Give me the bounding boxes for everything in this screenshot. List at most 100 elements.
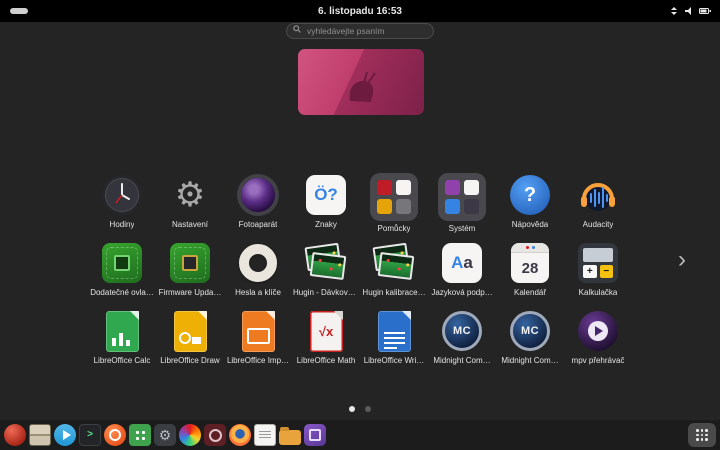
page-dot-2[interactable] — [365, 406, 371, 412]
folder-system[interactable]: Systém — [428, 172, 496, 240]
top-bar: 6. listopadu 16:53 — [0, 0, 720, 22]
purple-app-icon[interactable] — [304, 424, 326, 446]
system-status-area[interactable] — [669, 0, 712, 22]
green-tiles-app-icon[interactable] — [129, 424, 151, 446]
clock-date[interactable]: 6. listopadu 16:53 — [0, 0, 720, 22]
app-label: Hugin - Dávkové… — [293, 288, 359, 297]
app-fotoaparat[interactable]: Fotoaparát — [224, 172, 292, 240]
app-label: Midnight Com… — [501, 356, 558, 365]
app-label: Dodatečné ovla… — [90, 288, 154, 297]
audacity-icon — [576, 173, 620, 217]
camera-lens-icon — [236, 173, 280, 217]
app-kalendar[interactable]: 28 Kalendář — [496, 240, 564, 308]
red-media-app-icon[interactable] — [4, 424, 26, 446]
app-label: Znaky — [315, 220, 337, 229]
app-label: Midnight Com… — [433, 356, 490, 365]
app-dodatecne-ovladace[interactable]: Dodatečné ovla… — [88, 240, 156, 308]
app-label: LibreOffice Draw — [160, 356, 219, 365]
app-jazykova-podpora[interactable]: Aa Jazyková podp… — [428, 240, 496, 308]
app-label: LibreOffice Math — [297, 356, 356, 365]
app-libreoffice-impress[interactable]: LibreOffice Imp… — [224, 308, 292, 376]
calculator-icon: + − — [576, 241, 620, 285]
system-folder-icon — [438, 173, 486, 221]
app-label: LibreOffice Calc — [94, 356, 151, 365]
next-page-chevron-icon[interactable]: › — [678, 248, 686, 272]
app-label: Audacity — [583, 220, 614, 229]
app-grid: Hodiny ⚙ Nastavení Fotoaparát Ö? Znaky P… — [88, 172, 632, 376]
search-row — [0, 21, 720, 39]
app-label: Fotoaparát — [239, 220, 278, 229]
app-audacity[interactable]: Audacity — [564, 172, 632, 240]
libreoffice-draw-icon — [168, 309, 212, 353]
app-libreoffice-draw[interactable]: LibreOffice Draw — [156, 308, 224, 376]
app-firmware-updater[interactable]: Firmware Upda… — [156, 240, 224, 308]
app-nastaveni[interactable]: ⚙ Nastavení — [156, 172, 224, 240]
folder-pomucky[interactable]: Pomůcky — [360, 172, 428, 240]
page-dot-1[interactable] — [349, 406, 355, 412]
files-folder-icon[interactable] — [279, 430, 301, 445]
app-hodiny[interactable]: Hodiny — [88, 172, 156, 240]
dark-red-app-icon[interactable] — [204, 424, 226, 446]
app-label: Nápověda — [512, 220, 548, 229]
drivers-board-icon — [100, 241, 144, 285]
ubuntu-orange-app-icon[interactable] — [104, 424, 126, 446]
settings-gear-icon: ⚙ — [168, 173, 212, 217]
gears-settings-icon[interactable]: ⚙ — [154, 424, 176, 446]
volume-icon — [684, 6, 694, 16]
search-input[interactable] — [286, 23, 434, 39]
firefox-icon[interactable] — [229, 424, 251, 446]
app-label: Hesla a klíče — [235, 288, 281, 297]
app-kalkulacka[interactable]: + − Kalkulačka — [564, 240, 632, 308]
grid-dots-icon — [696, 429, 708, 441]
app-label: mpv přehrávač — [572, 356, 625, 365]
app-label: LibreOffice Wri… — [364, 356, 425, 365]
midnight-commander-icon: MC — [440, 309, 484, 353]
kudu-wallpaper-silhouette — [298, 49, 424, 115]
firmware-chip-icon — [168, 241, 212, 285]
color-wheel-app-icon[interactable] — [179, 424, 201, 446]
page-dots — [0, 406, 720, 412]
app-label: Jazyková podp… — [431, 288, 492, 297]
file-cabinet-app-icon[interactable] — [29, 424, 51, 446]
app-label: Kalkulačka — [579, 288, 618, 297]
hugin-calibrate-icon — [372, 241, 416, 285]
app-label: Nastavení — [172, 220, 208, 229]
text-document-app-icon[interactable] — [254, 424, 276, 446]
app-label: Hugin kalibrace… — [362, 288, 425, 297]
app-hesla-a-klice[interactable]: Hesla a klíče — [224, 240, 292, 308]
libreoffice-math-icon: √x — [304, 309, 348, 353]
calendar-icon: 28 — [508, 241, 552, 285]
app-znaky[interactable]: Ö? Znaky — [292, 172, 360, 240]
app-hugin-batch[interactable]: Hugin - Dávkové… — [292, 240, 360, 308]
terminal-icon[interactable]: > — [79, 424, 101, 446]
app-napoveda[interactable]: ? Nápověda — [496, 172, 564, 240]
folder-label: Pomůcky — [378, 224, 411, 233]
libreoffice-calc-icon — [100, 309, 144, 353]
characters-icon: Ö? — [304, 173, 348, 217]
app-label: Firmware Upda… — [159, 288, 222, 297]
gnome-activities-overview: 6. listopadu 16:53 — [0, 0, 720, 450]
libreoffice-impress-icon — [236, 309, 280, 353]
help-icon: ? — [508, 173, 552, 217]
battery-icon — [699, 6, 712, 16]
app-label: Hodiny — [110, 220, 135, 229]
app-midnight-commander-1[interactable]: MC Midnight Com… — [428, 308, 496, 376]
app-hugin-kalibrace[interactable]: Hugin kalibrace… — [360, 240, 428, 308]
libreoffice-writer-icon — [372, 309, 416, 353]
folder-label: Systém — [449, 224, 476, 233]
network-arrows-icon — [669, 6, 679, 16]
app-libreoffice-math[interactable]: √x LibreOffice Math — [292, 308, 360, 376]
dock: > ⚙ — [0, 420, 720, 450]
telegram-icon[interactable] — [54, 424, 76, 446]
app-libreoffice-writer[interactable]: LibreOffice Wri… — [360, 308, 428, 376]
hugin-batch-icon — [304, 241, 348, 285]
app-label: LibreOffice Imp… — [227, 356, 289, 365]
workspace-thumbnail[interactable] — [298, 49, 424, 115]
show-apps-grid-button[interactable] — [688, 423, 716, 447]
app-label: Kalendář — [514, 288, 546, 297]
clocks-icon — [100, 173, 144, 217]
app-mpv[interactable]: mpv přehrávač — [564, 308, 632, 376]
app-midnight-commander-2[interactable]: MC Midnight Com… — [496, 308, 564, 376]
mpv-player-icon — [576, 309, 620, 353]
app-libreoffice-calc[interactable]: LibreOffice Calc — [88, 308, 156, 376]
